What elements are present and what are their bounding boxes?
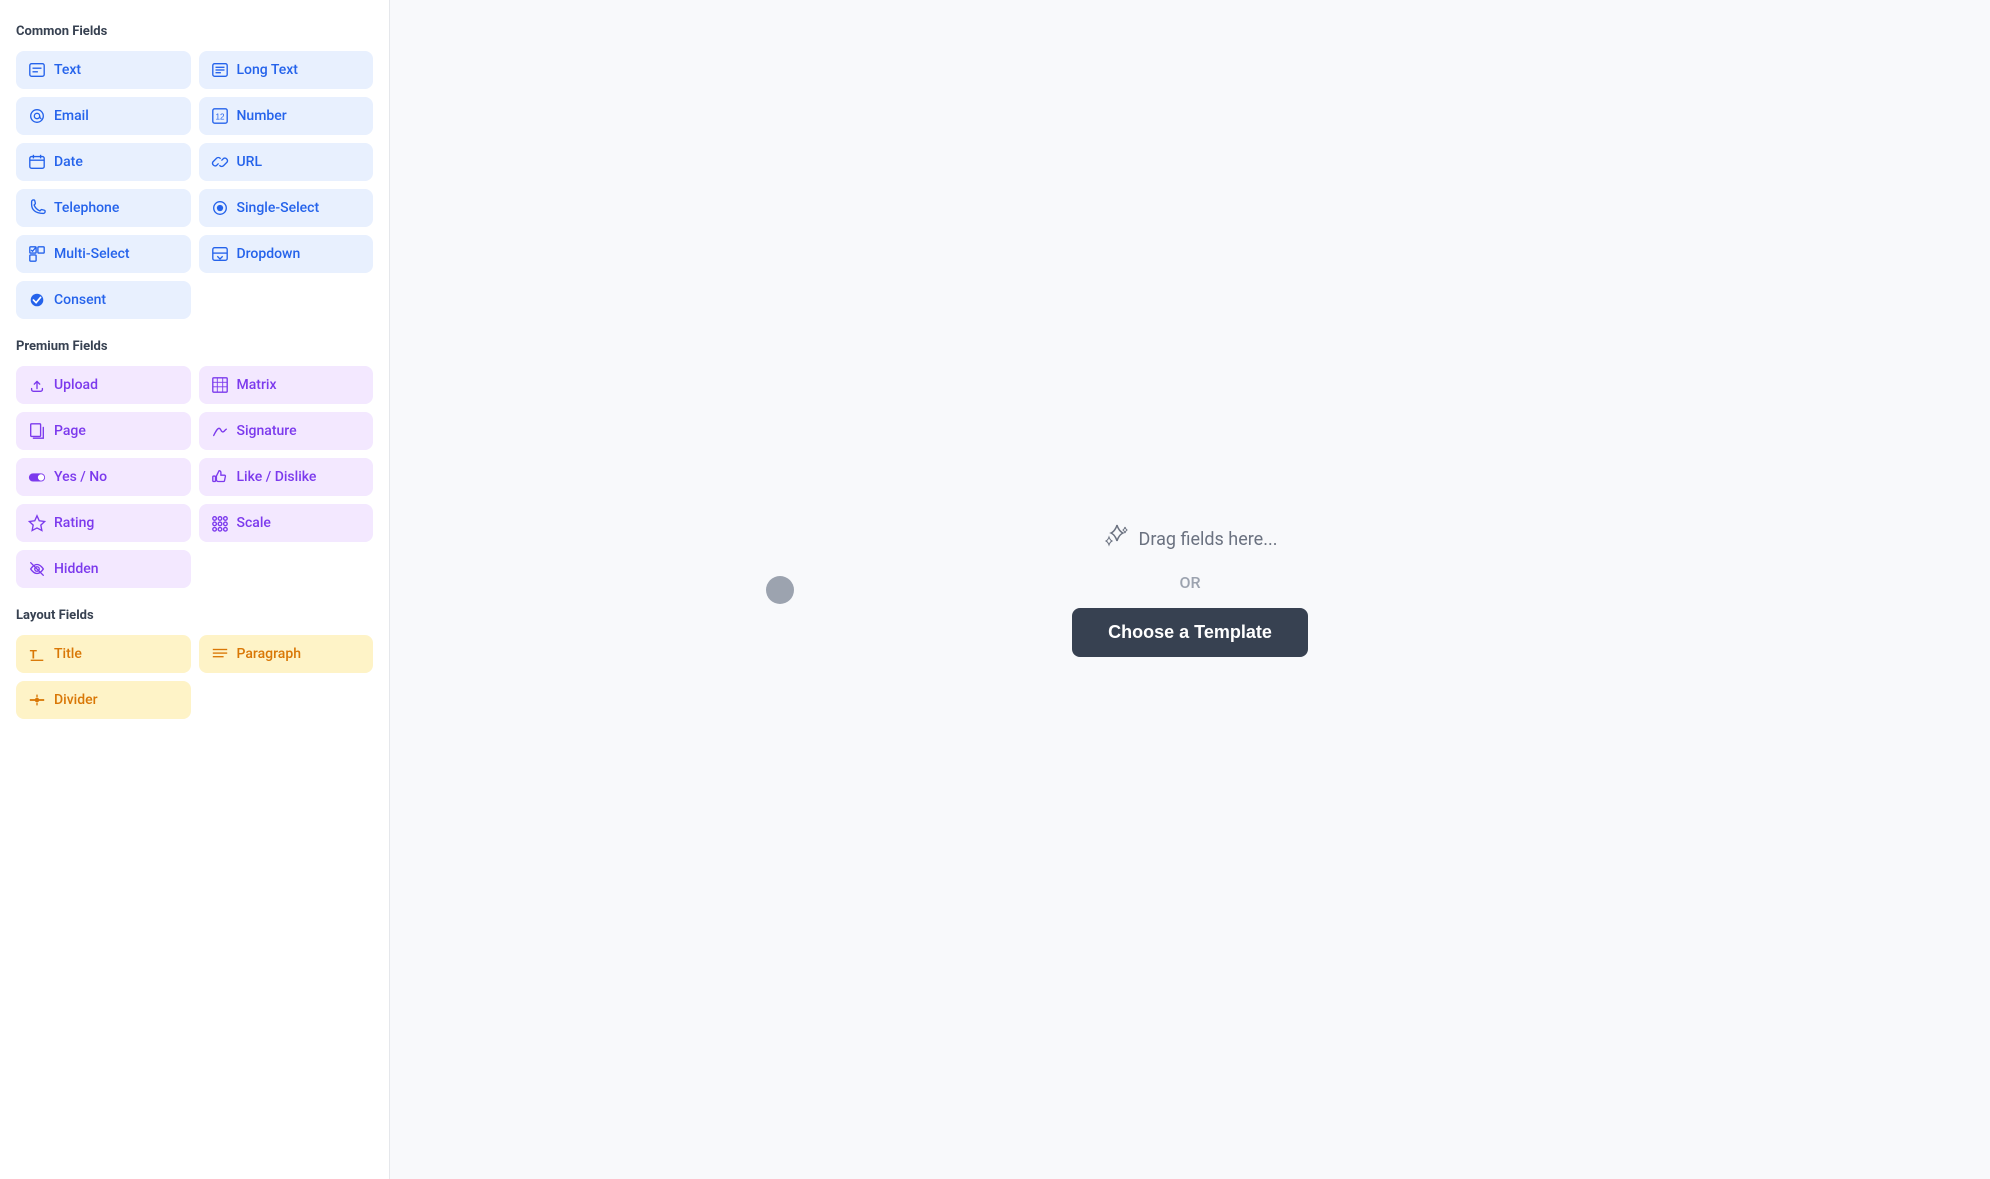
field-dropdown[interactable]: Dropdown [199, 235, 374, 273]
consent-icon [28, 291, 46, 309]
url-icon [211, 153, 229, 171]
divider-icon [28, 691, 46, 709]
field-title[interactable]: T Title [16, 635, 191, 673]
single-select-icon [211, 199, 229, 217]
svg-text:12: 12 [215, 113, 224, 122]
scale-icon [211, 514, 229, 532]
title-icon: T [28, 645, 46, 663]
date-icon [28, 153, 46, 171]
number-icon: 12 [211, 107, 229, 125]
field-telephone-label: Telephone [54, 200, 119, 216]
premium-fields-grid: Upload Matrix [16, 366, 373, 588]
field-url-label: URL [237, 154, 263, 170]
common-fields-grid: Text Long Text Em [16, 51, 373, 319]
field-hidden[interactable]: Hidden [16, 550, 191, 588]
field-dropdown-label: Dropdown [237, 246, 301, 262]
hidden-icon [28, 560, 46, 578]
field-email-label: Email [54, 108, 89, 124]
field-paragraph[interactable]: Paragraph [199, 635, 374, 673]
field-multi-select[interactable]: Multi-Select [16, 235, 191, 273]
field-yes-no-label: Yes / No [54, 469, 107, 485]
matrix-icon [211, 376, 229, 394]
field-scale-label: Scale [237, 515, 271, 531]
field-rating-label: Rating [54, 515, 94, 531]
field-matrix[interactable]: Matrix [199, 366, 374, 404]
or-text: OR [1179, 573, 1200, 592]
field-divider-label: Divider [54, 692, 98, 708]
field-scale[interactable]: Scale [199, 504, 374, 542]
paragraph-icon [211, 645, 229, 663]
field-title-label: Title [54, 646, 82, 662]
field-matrix-label: Matrix [237, 377, 277, 393]
sidebar: Common Fields Text [0, 0, 390, 1179]
field-consent-label: Consent [54, 292, 106, 308]
field-rating[interactable]: Rating [16, 504, 191, 542]
like-dislike-icon [211, 468, 229, 486]
signature-icon [211, 422, 229, 440]
svg-text:T: T [30, 649, 38, 662]
long-text-icon [211, 61, 229, 79]
layout-fields-title: Layout Fields [16, 608, 373, 623]
field-signature-label: Signature [237, 423, 297, 439]
field-number[interactable]: 12 Number [199, 97, 374, 135]
field-like-dislike[interactable]: Like / Dislike [199, 458, 374, 496]
field-signature[interactable]: Signature [199, 412, 374, 450]
field-date-label: Date [54, 154, 83, 170]
field-paragraph-label: Paragraph [237, 646, 302, 662]
field-divider[interactable]: Divider [16, 681, 191, 719]
sidebar-resize-handle[interactable] [766, 576, 794, 604]
field-email[interactable]: Email [16, 97, 191, 135]
field-text-label: Text [54, 62, 81, 78]
text-icon [28, 61, 46, 79]
field-page[interactable]: Page [16, 412, 191, 450]
field-upload-label: Upload [54, 377, 98, 393]
yes-no-icon [28, 468, 46, 486]
sparkle-icon [1103, 523, 1131, 557]
field-upload[interactable]: Upload [16, 366, 191, 404]
field-yes-no[interactable]: Yes / No [16, 458, 191, 496]
upload-icon [28, 376, 46, 394]
layout-fields-grid: T Title Paragraph [16, 635, 373, 719]
field-single-select[interactable]: Single-Select [199, 189, 374, 227]
email-icon [28, 107, 46, 125]
field-number-label: Number [237, 108, 287, 124]
dropdown-icon [211, 245, 229, 263]
page-icon [28, 422, 46, 440]
field-date[interactable]: Date [16, 143, 191, 181]
field-text[interactable]: Text [16, 51, 191, 89]
field-long-text[interactable]: Long Text [199, 51, 374, 89]
drop-zone: Drag fields here... OR Choose a Template [1072, 523, 1308, 657]
multi-select-icon [28, 245, 46, 263]
main-drop-area: Drag fields here... OR Choose a Template [390, 0, 1990, 1179]
rating-icon [28, 514, 46, 532]
field-multi-select-label: Multi-Select [54, 246, 130, 262]
drag-hint: Drag fields here... [1103, 523, 1278, 557]
field-long-text-label: Long Text [237, 62, 298, 78]
drag-hint-text: Drag fields here... [1139, 529, 1278, 550]
field-like-dislike-label: Like / Dislike [237, 469, 317, 485]
field-single-select-label: Single-Select [237, 200, 320, 216]
field-url[interactable]: URL [199, 143, 374, 181]
field-consent[interactable]: Consent [16, 281, 191, 319]
choose-template-button[interactable]: Choose a Template [1072, 608, 1308, 657]
field-telephone[interactable]: Telephone [16, 189, 191, 227]
common-fields-title: Common Fields [16, 24, 373, 39]
field-page-label: Page [54, 423, 86, 439]
field-hidden-label: Hidden [54, 561, 99, 577]
premium-fields-title: Premium Fields [16, 339, 373, 354]
telephone-icon [28, 199, 46, 217]
